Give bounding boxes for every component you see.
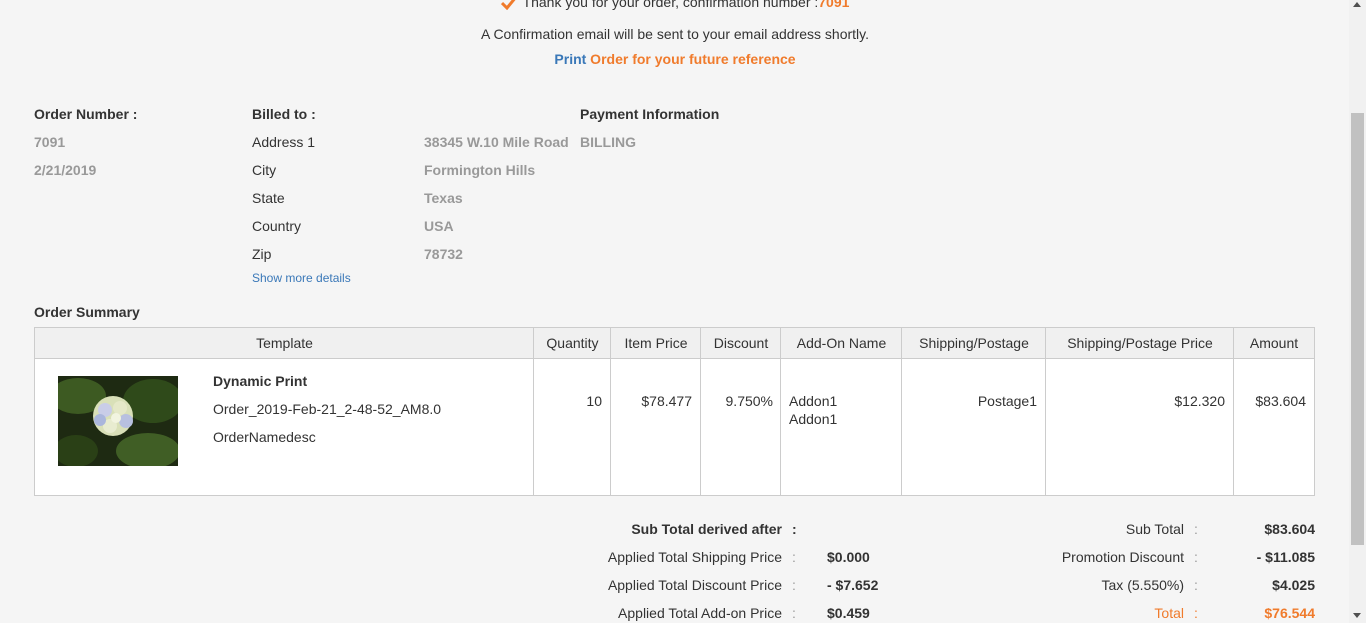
col-discount: Discount — [713, 335, 769, 351]
billing-label-zip: Zip — [252, 246, 272, 262]
applied-shipping-value: $0.000 — [827, 549, 870, 565]
promotion-discount-value: - $11.085 — [1256, 549, 1315, 565]
promotion-discount-label: Promotion Discount — [1061, 549, 1184, 565]
order-summary-table: Template Quantity Item Price Discount Ad… — [34, 327, 1315, 496]
colon: : — [1194, 521, 1198, 537]
applied-addon-label: Applied Total Add-on Price — [618, 605, 782, 621]
order-date: 2/21/2019 — [34, 162, 97, 178]
confirmation-message: Thank you for your order, confirmation n… — [0, 0, 1350, 11]
billing-label-state: State — [252, 190, 285, 206]
cell-addon-1: Addon1 — [789, 393, 838, 409]
total-value: $76.544 — [1264, 605, 1315, 621]
email-note: A Confirmation email will be sent to you… — [480, 26, 869, 42]
print-reference-text: Order for your future reference — [586, 51, 796, 67]
billing-value-zip: 78732 — [424, 246, 463, 262]
colon: : — [792, 605, 796, 621]
payment-type: BILLING — [580, 134, 636, 150]
check-icon — [500, 0, 516, 11]
colon: : — [792, 577, 796, 593]
cell-discount: 9.750% — [725, 393, 773, 409]
order-summary-heading: Order Summary — [34, 304, 140, 320]
applied-addon-value: $0.459 — [827, 605, 870, 621]
print-link[interactable]: Print — [554, 51, 586, 67]
cell-addon-2: Addon1 — [789, 411, 838, 427]
col-template: Template — [256, 335, 313, 351]
billing-value-country: USA — [424, 218, 454, 234]
confirmation-number: 7091 — [818, 0, 850, 10]
colon: : — [1194, 549, 1198, 565]
subtotal-derived-colon: : — [792, 521, 797, 537]
scroll-up-icon[interactable] — [1353, 2, 1361, 7]
total-label: Total — [1154, 605, 1184, 621]
applied-shipping-label: Applied Total Shipping Price — [607, 549, 782, 565]
print-line: Print Order for your future reference — [0, 51, 1350, 67]
product-thumbnail — [58, 376, 178, 466]
table-header: Template Quantity Item Price Discount Ad… — [35, 328, 1314, 359]
cell-amount: $83.604 — [1255, 393, 1306, 409]
col-shipping: Shipping/Postage — [919, 335, 1029, 351]
payment-info-heading: Payment Information — [580, 106, 720, 122]
scroll-down-icon[interactable] — [1353, 613, 1361, 618]
scroll-thumb[interactable] — [1351, 113, 1364, 545]
cell-item-price: $78.477 — [641, 393, 692, 409]
order-number-value: 7091 — [34, 134, 66, 150]
colon: : — [1194, 577, 1198, 593]
thank-you-text: Thank you for your order, confirmation n… — [522, 0, 819, 10]
col-addon-name: Add-On Name — [796, 335, 887, 351]
tax-value: $4.025 — [1272, 577, 1315, 593]
billing-value-city: Formington Hills — [424, 162, 536, 178]
product-name: Dynamic Print — [213, 373, 308, 389]
applied-discount-label: Applied Total Discount Price — [607, 577, 782, 593]
subtotal-value: $83.604 — [1264, 521, 1315, 537]
vertical-scrollbar[interactable] — [1349, 0, 1366, 623]
billing-value-address: 38345 W.10 Mile Road — [424, 134, 569, 150]
cell-shipping: Postage1 — [977, 393, 1037, 409]
col-item-price: Item Price — [624, 335, 688, 351]
show-more-details-link[interactable]: Show more details — [252, 271, 351, 285]
subtotal-label: Sub Total — [1125, 521, 1184, 537]
colon: : — [1194, 605, 1198, 621]
order-number-heading: Order Number : — [34, 106, 138, 122]
billing-label-city: City — [252, 162, 277, 178]
col-quantity: Quantity — [546, 335, 599, 351]
order-name: Order_2019-Feb-21_2-48-52_AM8.0 — [213, 401, 442, 417]
billing-label-address: Address 1 — [252, 134, 316, 150]
col-amount: Amount — [1249, 335, 1299, 351]
billing-value-state: Texas — [424, 190, 463, 206]
cell-shipping-price: $12.320 — [1174, 393, 1225, 409]
billed-to-heading: Billed to : — [252, 106, 316, 122]
subtotal-derived-heading: Sub Total derived after — [631, 521, 782, 537]
billing-label-country: Country — [252, 218, 302, 234]
order-description: OrderNamedesc — [213, 429, 316, 445]
cell-quantity: 10 — [586, 393, 602, 409]
colon: : — [792, 549, 796, 565]
col-shipping-price: Shipping/Postage Price — [1067, 335, 1213, 351]
applied-discount-value: - $7.652 — [827, 577, 879, 593]
tax-label: Tax (5.550%) — [1101, 577, 1184, 593]
